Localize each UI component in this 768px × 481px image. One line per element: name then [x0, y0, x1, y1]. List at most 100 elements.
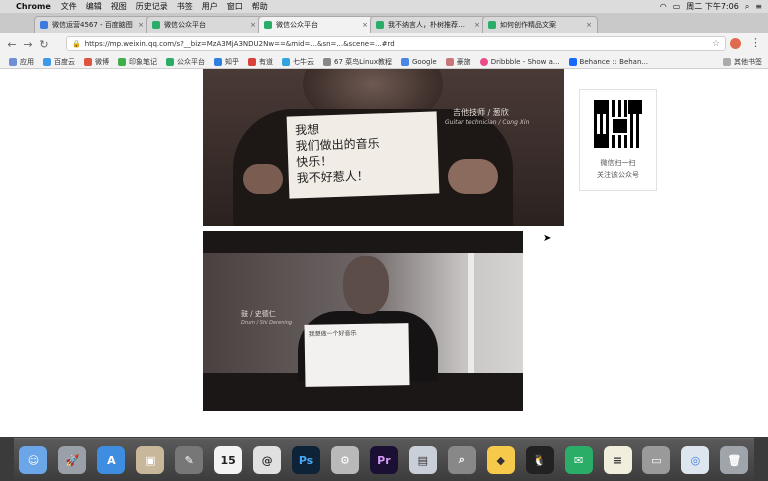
bookmark-baiduyun[interactable]: 百度云: [43, 57, 75, 67]
chrome-icon[interactable]: ◎: [681, 446, 710, 474]
person-hand: [448, 159, 498, 194]
bookmark-haolv[interactable]: 豪旅: [445, 57, 471, 67]
bookmark-qiniu[interactable]: 七牛云: [282, 57, 314, 67]
bookmark-label: 知乎: [225, 57, 239, 66]
bookmark-dribbble[interactable]: Dribbble - Show a...: [479, 57, 560, 66]
qr-code-card: 微信扫一扫 关注该公众号: [579, 89, 657, 191]
search-icon[interactable]: ⌕: [447, 446, 476, 474]
qr-line1: 微信扫一扫: [600, 159, 636, 167]
address-bar[interactable]: 🔒 https://mp.weixin.qq.com/s?__biz=MzA3M…: [66, 36, 726, 51]
close-icon[interactable]: ×: [138, 21, 144, 29]
tab-article[interactable]: 我不纳言人，朴树推荐的电影 ×: [370, 16, 486, 33]
new-tab-button[interactable]: [600, 19, 620, 33]
tab-label: 微信公众平台: [164, 21, 206, 29]
bookmark-label: 公众平台: [177, 57, 205, 66]
qr-line2: 关注该公众号: [597, 171, 639, 179]
menu-item-history[interactable]: 历史记录: [136, 1, 168, 12]
person-face: [343, 256, 389, 314]
qr-code-icon[interactable]: [594, 100, 642, 148]
list-icon[interactable]: ≡: [755, 2, 762, 11]
calendar-icon[interactable]: 15: [214, 446, 243, 474]
bookmark-star-icon[interactable]: ☆: [712, 39, 720, 49]
folder-icon: [723, 57, 731, 66]
tab-wechat-platform-1[interactable]: 微信公众平台 ×: [146, 16, 262, 33]
person-hand: [243, 164, 283, 194]
tab-wechat-platform-2[interactable]: 微信公众平台 ×: [258, 16, 374, 33]
lock-icon: 🔒: [72, 39, 81, 48]
url-text: https://mp.weixin.qq.com/s?__biz=MzA3MjA…: [84, 39, 395, 48]
menu-item-file[interactable]: 文件: [61, 1, 77, 12]
menu-item-view[interactable]: 视图: [111, 1, 127, 12]
bookmark-linux[interactable]: 67 菜鸟Linux教程: [323, 57, 392, 67]
baidu-icon: [40, 21, 48, 29]
at-icon[interactable]: @: [253, 446, 282, 474]
close-icon[interactable]: ×: [474, 21, 480, 29]
reload-icon[interactable]: ↻: [36, 38, 52, 51]
bookmarks-bar: 应用 百度云 微博 印象笔记 公众平台 知乎 有道 七牛云 67 菜鸟Linux…: [0, 55, 768, 69]
bookmark-evernote[interactable]: 印象笔记: [118, 57, 157, 67]
keychain-icon[interactable]: ▭: [642, 446, 671, 474]
tab-baidu-naotu[interactable]: 微信运营4567 - 百度脑图 ×: [34, 16, 150, 33]
launchpad-icon[interactable]: 🚀: [58, 446, 87, 474]
bookmark-other[interactable]: 其他书签: [723, 57, 762, 67]
bookmark-label: 应用: [20, 57, 34, 66]
menubar-clock[interactable]: 周二 下午7:06: [686, 1, 739, 12]
bookmark-label: 印象笔记: [129, 57, 157, 66]
notes-icon[interactable]: ≡: [603, 446, 632, 474]
menu-item-user[interactable]: 用户: [202, 1, 218, 12]
sketch-icon[interactable]: ◆: [486, 446, 515, 474]
tab-label: 微信公众平台: [276, 21, 318, 29]
bookmark-apps[interactable]: 应用: [9, 57, 34, 67]
brush-icon[interactable]: ✎: [175, 446, 204, 474]
finder-icon[interactable]: ☺: [19, 446, 48, 474]
wechat-icon[interactable]: ✉: [564, 446, 593, 474]
wifi-icon[interactable]: ◠: [660, 2, 667, 11]
wechat-icon: [488, 21, 496, 29]
tab-label: 微信运营4567 - 百度脑图: [52, 21, 133, 29]
bookmark-mp[interactable]: 公众平台: [166, 57, 205, 67]
premiere-icon[interactable]: Pr: [369, 446, 398, 474]
wechat-icon: [152, 21, 160, 29]
sign-line: 我不好惹人！: [296, 168, 369, 186]
settings-icon[interactable]: ⚙: [330, 446, 359, 474]
close-icon[interactable]: ×: [586, 21, 592, 29]
bookmark-behance[interactable]: Behance :: Behan...: [568, 57, 648, 66]
battery-icon[interactable]: ▭: [673, 2, 681, 11]
calendar-day: 15: [220, 453, 236, 467]
menu-item-window[interactable]: 窗口: [227, 1, 243, 12]
preview-icon[interactable]: ▣: [136, 446, 165, 474]
menu-item-help[interactable]: 帮助: [252, 1, 268, 12]
bookmark-zhihu[interactable]: 知乎: [214, 57, 239, 67]
close-icon[interactable]: ×: [362, 21, 368, 29]
bookmark-youdao[interactable]: 有道: [248, 57, 273, 67]
app-store-icon[interactable]: A: [97, 446, 126, 474]
forward-icon[interactable]: →: [20, 38, 36, 51]
bookmark-label: 67 菜鸟Linux教程: [334, 57, 392, 66]
extension-icon[interactable]: [730, 38, 741, 49]
article-page[interactable]: 我想 我们做出的音乐 快乐！ 我不好惹人！ 吉他技师 / 葱欣 Guitar t…: [0, 69, 768, 437]
photo-caption: 鼓 / 史德仁: [241, 310, 276, 318]
close-icon[interactable]: ×: [250, 21, 256, 29]
bookmark-weibo[interactable]: 微博: [84, 57, 109, 67]
trash-icon[interactable]: 🗑: [720, 446, 749, 474]
photo-caption-en: Drum / Shi Derening: [241, 320, 293, 326]
chrome-menu-icon[interactable]: ⋮: [750, 36, 761, 49]
keynote-icon[interactable]: ▤: [408, 446, 437, 474]
bookmark-label: 微博: [95, 57, 109, 66]
article-photo-drummer: 我想做一个好音乐 鼓 / 史德仁 Drum / Shi Derening: [203, 231, 523, 411]
menu-item-bookmarks[interactable]: 书签: [177, 1, 193, 12]
google-icon: [401, 57, 409, 66]
bookmark-google[interactable]: Google: [401, 57, 437, 66]
cloud-icon: [43, 57, 51, 66]
browser-toolbar: ← → ↻ 🔒 https://mp.weixin.qq.com/s?__biz…: [0, 33, 768, 55]
tab-copywriting[interactable]: 如何创作精品文案 ×: [482, 16, 598, 33]
app-menu-chrome[interactable]: Chrome: [16, 2, 51, 11]
search-icon[interactable]: ⌕: [745, 2, 749, 12]
menu-item-edit[interactable]: 编辑: [86, 1, 102, 12]
photoshop-icon[interactable]: Ps: [292, 446, 321, 474]
bookmark-label: 豪旅: [456, 57, 471, 66]
qq-icon[interactable]: 🐧: [525, 446, 554, 474]
bookmark-label: 有道: [259, 57, 273, 66]
travel-icon: [445, 57, 454, 66]
back-icon[interactable]: ←: [4, 38, 20, 51]
